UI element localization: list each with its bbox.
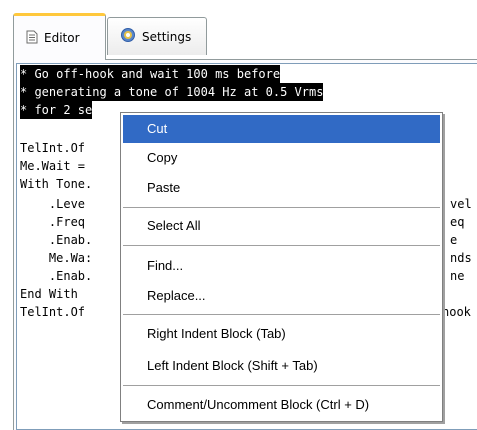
document-icon	[26, 30, 38, 47]
code-line: .Enab.	[20, 233, 93, 247]
code-line-fragment: eq	[450, 215, 465, 229]
code-line: TelInt.Of	[20, 305, 86, 319]
code-line: * for 2 se	[20, 101, 93, 119]
menu-item-copy[interactable]: Copy	[123, 144, 440, 172]
menu-item-right-indent[interactable]: Right Indent Block (Tab)	[123, 320, 440, 348]
menu-item-select-all[interactable]: Select All	[123, 212, 440, 240]
tab-editor[interactable]: Editor	[13, 13, 106, 60]
menu-separator	[123, 207, 440, 208]
code-line: TelInt.Of	[20, 141, 86, 155]
code-line-fragment: e	[450, 233, 458, 247]
context-menu: Cut Copy Paste Select All Find... Replac…	[120, 112, 443, 422]
menu-item-paste[interactable]: Paste	[123, 174, 440, 202]
code-line-fragment: ne	[450, 269, 465, 283]
code-line: With Tone.	[20, 177, 93, 191]
menu-item-find[interactable]: Find...	[123, 252, 440, 280]
code-line: * Go off-hook and wait 100 ms before	[20, 65, 281, 83]
menu-separator	[123, 385, 440, 386]
menu-separator	[123, 245, 440, 246]
menu-item-replace[interactable]: Replace...	[123, 282, 440, 310]
code-line-fragment: vel	[450, 197, 472, 211]
code-line: .Leve	[20, 197, 86, 211]
menu-item-cut[interactable]: Cut	[123, 115, 440, 143]
code-line-fragment: nds	[450, 251, 472, 265]
tab-settings[interactable]: Settings	[107, 17, 207, 55]
tab-editor-label: Editor	[44, 31, 80, 45]
tab-settings-label: Settings	[142, 29, 192, 44]
code-line: * generating a tone of 1004 Hz at 0.5 Vr…	[20, 83, 324, 101]
code-line: Me.Wait =	[20, 159, 86, 173]
code-line: End With	[20, 287, 78, 301]
menu-item-comment-block[interactable]: Comment/Uncomment Block (Ctrl + D)	[123, 391, 440, 419]
code-line: Me.Wa:	[20, 251, 93, 265]
menu-item-left-indent[interactable]: Left Indent Block (Shift + Tab)	[123, 352, 440, 380]
menu-separator	[123, 314, 440, 315]
code-line: .Enab.	[20, 269, 93, 283]
code-line-fragment: hook	[442, 305, 471, 319]
gear-icon	[120, 27, 136, 46]
code-line: .Freq	[20, 215, 86, 229]
